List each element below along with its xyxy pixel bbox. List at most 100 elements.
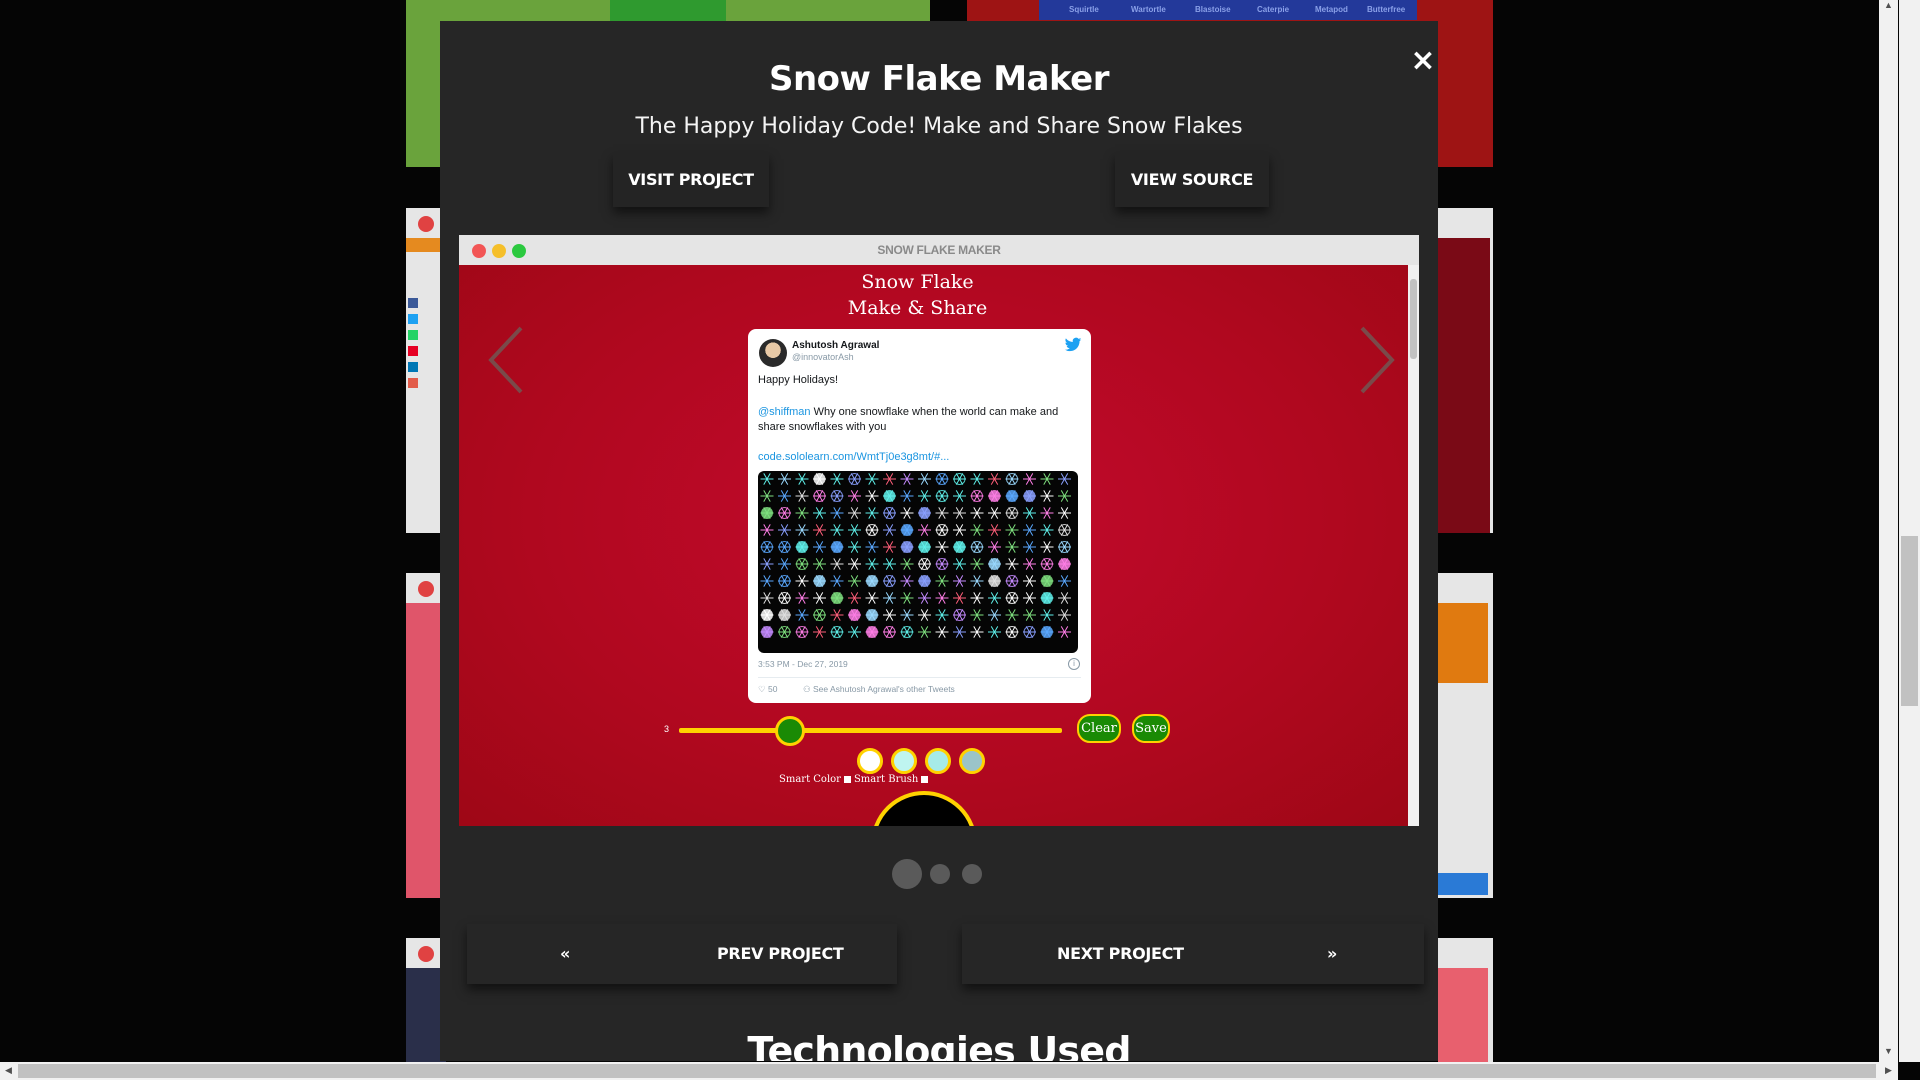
snowflake-glyph — [918, 507, 931, 519]
tweet-handle: @innovatorAsh — [792, 352, 854, 362]
horizontal-scroll-thumb[interactable] — [18, 1064, 1876, 1078]
snowflake-glyph — [865, 473, 879, 485]
snowflake-glyph — [1023, 507, 1036, 519]
snowflake-glyph — [883, 592, 896, 604]
technologies-heading: Technologies Used — [747, 1029, 1131, 1061]
snowflake-glyph — [1023, 524, 1036, 536]
snowflake-glyph — [1023, 592, 1036, 604]
close-button[interactable]: × — [1408, 46, 1438, 76]
color-swatch[interactable] — [925, 748, 951, 774]
tweet-timestamp: 3:53 PM - Dec 27, 2019 — [758, 659, 848, 669]
slide-dot[interactable] — [892, 859, 922, 889]
snowflake-glyph — [848, 626, 861, 638]
snowflake-glyph — [795, 592, 809, 604]
tweet-mention[interactable]: @shiffman — [758, 406, 811, 418]
snowflake-glyph — [813, 541, 826, 553]
next-project-button[interactable]: NEXT PROJECT » — [962, 924, 1424, 984]
tweet-link[interactable]: code.sololearn.com/WmtTj0e3g8mt/#... — [758, 451, 949, 463]
snowflake-glyph — [1005, 490, 1019, 502]
snowflake-glyph — [918, 524, 931, 536]
divider — [758, 677, 1081, 678]
snowflake-glyph — [1040, 592, 1054, 604]
snowflake-glyph — [848, 592, 861, 604]
clear-button[interactable]: Clear — [1077, 714, 1121, 743]
snowflake-glyph — [953, 490, 966, 502]
page-scrollbar[interactable] — [1899, 0, 1920, 1062]
slide-dot[interactable] — [962, 864, 982, 884]
scroll-down-icon[interactable]: ▼ — [1880, 1046, 1897, 1056]
scroll-left-icon[interactable]: ◀ — [0, 1065, 17, 1076]
bg-card-darkred[interactable] — [1438, 208, 1493, 533]
tweet-other-link[interactable]: ⚇ See Ashutosh Agrawal's other Tweets — [803, 684, 955, 695]
snowflake-glyph — [848, 541, 861, 553]
snowflake-glyph — [988, 592, 1001, 604]
snowflake-glyph — [1058, 592, 1071, 604]
snowflake-glyph — [1023, 626, 1036, 638]
snowflake-glyph — [848, 507, 861, 519]
smart-color-checkbox[interactable] — [843, 776, 851, 783]
prev-slide-arrow-icon[interactable] — [483, 320, 543, 400]
next-slide-arrow-icon[interactable] — [1340, 320, 1400, 400]
view-source-button[interactable]: VIEW SOURCE — [1115, 153, 1269, 207]
snowflake-glyph — [883, 541, 896, 553]
snowflake-glyph — [830, 592, 844, 604]
snowflake-glyph — [918, 592, 931, 604]
snowflake-grid-svg — [760, 473, 1071, 638]
bg-card-orange[interactable] — [1438, 573, 1493, 898]
snowflake-glyph — [778, 609, 791, 621]
snowflake-glyph — [1023, 609, 1036, 621]
color-swatch[interactable] — [959, 748, 985, 774]
scroll-up-icon[interactable]: ▲ — [1880, 0, 1897, 10]
snowflake-glyph — [883, 575, 896, 587]
snowflake-glyph — [935, 592, 949, 604]
preview-scroll-thumb[interactable] — [1410, 279, 1417, 359]
snowflake-glyph — [760, 609, 774, 621]
snowflake-glyph — [1040, 558, 1054, 570]
snowflake-glyph — [1005, 609, 1019, 621]
project-preview-frame: SNOW FLAKE MAKER Snow Flake Make & Share… — [459, 235, 1419, 826]
bg-tab: Metapod — [1315, 5, 1348, 14]
snowflake-glyph — [935, 558, 949, 570]
snowflake-glyph — [970, 507, 984, 519]
snowflake-glyph — [1005, 507, 1019, 519]
snowflake-glyph — [848, 575, 861, 587]
snowflake-canvas[interactable] — [871, 791, 977, 826]
snowflake-glyph — [830, 575, 844, 587]
avatar — [759, 339, 787, 367]
color-swatch[interactable] — [857, 748, 883, 774]
page-scroll-thumb[interactable] — [1901, 536, 1918, 706]
scroll-right-icon[interactable]: ▶ — [1880, 1065, 1897, 1076]
info-icon[interactable]: i — [1068, 658, 1080, 670]
tweet-like-count: 50 — [768, 684, 778, 694]
snowflake-glyph — [1005, 575, 1019, 587]
snowflake-glyph — [988, 558, 1001, 570]
project-modal: Snow Flake Maker The Happy Holiday Code!… — [440, 21, 1438, 1061]
snowflake-glyph — [883, 524, 896, 536]
slide-dot[interactable] — [930, 864, 950, 884]
visit-project-button[interactable]: VISIT PROJECT — [613, 153, 769, 207]
snowflake-glyph — [935, 541, 949, 553]
save-button[interactable]: Save — [1132, 714, 1170, 743]
color-swatch[interactable] — [891, 748, 917, 774]
brush-size-slider[interactable] — [679, 728, 1062, 733]
smart-brush-checkbox[interactable] — [921, 776, 929, 783]
tweet-likes[interactable]: ♡ 50 — [758, 684, 777, 695]
page-scrollbar-track[interactable] — [1879, 0, 1898, 1062]
prev-project-button[interactable]: « PREV PROJECT — [467, 924, 897, 984]
preview-scrollbar[interactable] — [1408, 265, 1419, 826]
bg-card-salmon[interactable] — [1438, 938, 1493, 1062]
snowflake-glyph — [795, 575, 809, 587]
bg-tab: Blastoise — [1195, 5, 1231, 14]
snowflake-glyph — [1040, 490, 1054, 502]
snowflake-glyph — [778, 558, 791, 570]
snowflake-glyph — [865, 626, 879, 638]
snowflake-glyph — [988, 473, 1001, 485]
snowflake-glyph — [935, 490, 949, 502]
snowflake-glyph — [848, 558, 861, 570]
slider-thumb[interactable] — [775, 716, 806, 746]
snowflake-glyph — [830, 490, 844, 502]
snowflake-glyph — [865, 524, 879, 536]
snowflake-glyph — [918, 490, 931, 502]
snowflake-glyph — [795, 626, 809, 638]
slider-value: 3 — [664, 724, 670, 734]
